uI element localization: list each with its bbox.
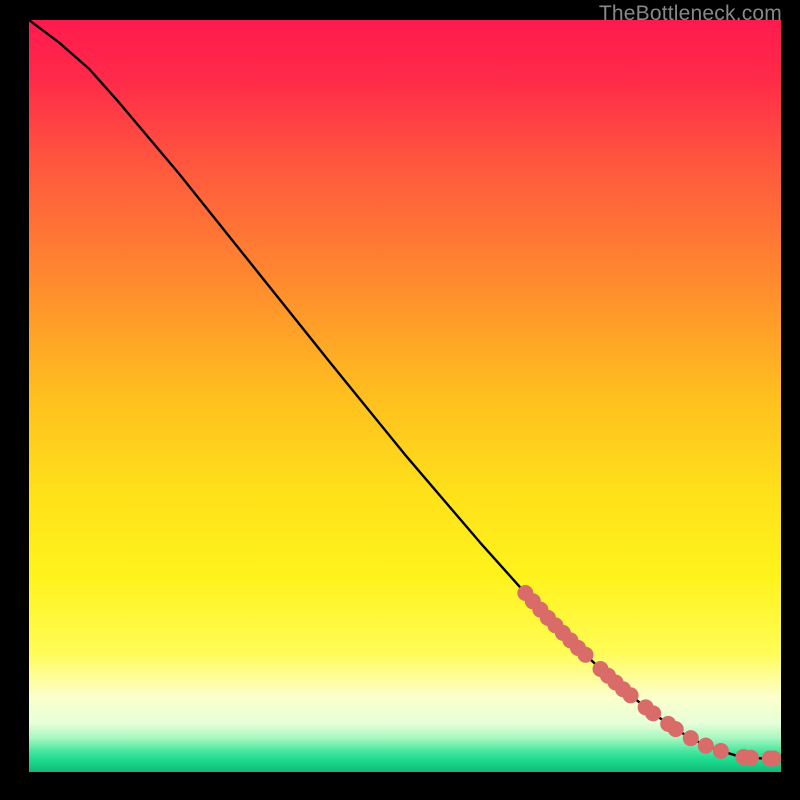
data-marker — [577, 647, 593, 663]
chart-frame: TheBottleneck.com — [0, 0, 800, 800]
data-marker — [645, 705, 661, 721]
data-marker — [683, 730, 699, 746]
data-marker — [713, 743, 729, 759]
data-marker — [743, 750, 759, 766]
gradient-background — [29, 20, 781, 772]
plot-area — [29, 20, 781, 772]
data-marker — [623, 687, 639, 703]
data-marker — [698, 738, 714, 754]
data-marker — [668, 721, 684, 737]
data-marker — [765, 750, 781, 766]
plot-svg — [29, 20, 781, 772]
